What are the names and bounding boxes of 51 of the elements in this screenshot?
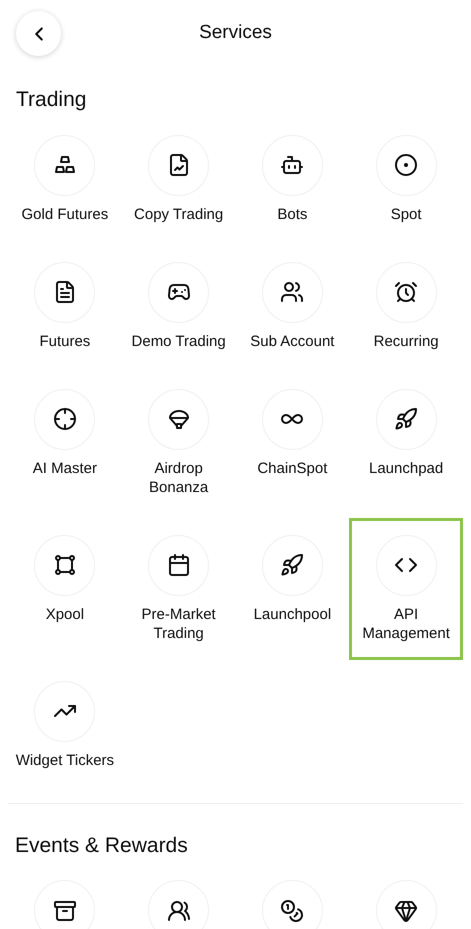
service-label: Demo Trading: [130, 332, 227, 350]
coins-icon: [280, 898, 304, 922]
service-label: ChainSpot: [256, 458, 328, 478]
section-title: Trading: [16, 88, 86, 111]
rocket-icon: [394, 407, 418, 431]
service-item[interactable]: Sub Account: [236, 244, 350, 368]
alarm-clock-icon: [394, 280, 418, 304]
service-label: Spot: [390, 204, 423, 224]
target-dot-icon: [394, 153, 418, 177]
service-item[interactable]: Pre-Market Trading: [122, 518, 236, 660]
service-label: API Management: [361, 604, 451, 642]
service-item[interactable]: Airdrop Bonanza: [122, 372, 236, 514]
service-item[interactable]: Futures: [8, 244, 122, 368]
service-item[interactable]: Recurring: [349, 244, 463, 368]
square-nodes-icon: [52, 553, 77, 577]
page-title: Services: [199, 20, 272, 45]
service-label: Launchpad: [368, 458, 444, 478]
service-label: Sub Account: [249, 332, 336, 350]
service-item[interactable]: Gold Futures: [8, 118, 122, 240]
service-item[interactable]: API Management: [349, 518, 463, 660]
service-item[interactable]: Launchpad: [349, 372, 463, 514]
crosshair-icon: [52, 407, 77, 431]
service-label: AI Master: [32, 458, 98, 478]
service-label: Copy Trading: [133, 204, 224, 224]
service-label: Launchpool: [252, 604, 332, 624]
service-item[interactable]: Bots: [236, 118, 350, 240]
service-item[interactable]: Xpool: [8, 518, 122, 660]
service-item[interactable]: Widget Tickers: [8, 664, 122, 786]
section-title: Events & Rewards: [15, 834, 188, 856]
service-item[interactable]: AI Master: [8, 372, 122, 514]
users-icon: [280, 280, 304, 304]
service-label: Widget Tickers: [14, 750, 116, 770]
service-item[interactable]: Demo Trading: [122, 244, 236, 368]
robot-icon: [280, 153, 304, 177]
service-label: Gold Futures: [20, 204, 110, 224]
service-item[interactable]: Spot: [349, 118, 463, 240]
service-label: Airdrop Bonanza: [148, 458, 210, 496]
service-item[interactable]: ChainSpot: [236, 372, 350, 514]
gem-icon: [394, 898, 418, 922]
service-label: Pre-Market Trading: [140, 604, 217, 642]
service-item[interactable]: Launchpool: [236, 518, 350, 660]
service-label: Recurring: [372, 332, 440, 350]
service-label: Futures: [38, 332, 92, 350]
calendar-icon: [166, 553, 191, 577]
service-item[interactable]: Copy Trading: [122, 118, 236, 240]
service-label: Bots: [276, 204, 308, 224]
users-icon: [166, 898, 191, 922]
service-label: Xpool: [44, 604, 86, 624]
rocket-icon: [280, 553, 304, 577]
parachute-icon: [166, 407, 191, 431]
box-icon: [52, 898, 77, 922]
